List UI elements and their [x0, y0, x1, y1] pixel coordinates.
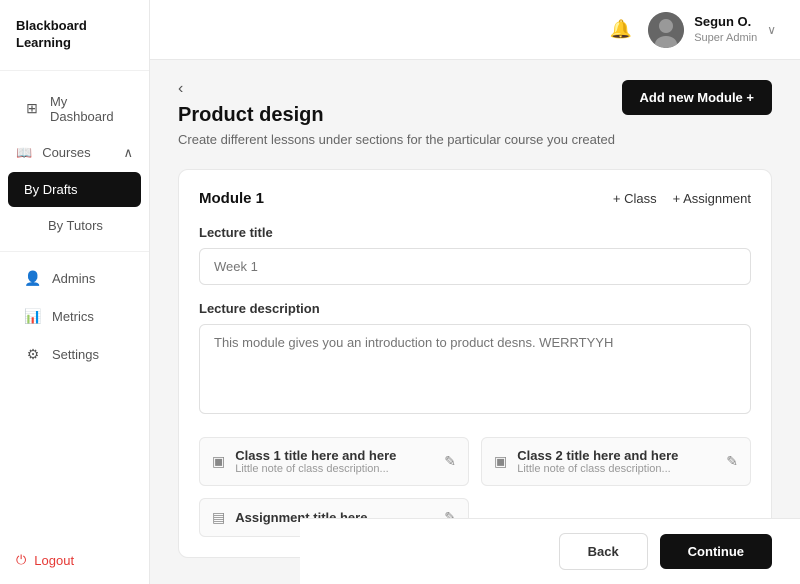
page-subtitle: Create different lessons under sections …	[178, 131, 615, 149]
lecture-desc-input[interactable]	[199, 324, 751, 414]
sidebar-item-label: Admins	[52, 271, 95, 286]
module-title: Module 1	[199, 190, 264, 207]
class-title: Class 1 title here and here	[235, 448, 396, 463]
class-item-left: ▣ Class 1 title here and here Little not…	[212, 448, 396, 475]
avatar	[648, 12, 684, 48]
class-item-left: ▣ Class 2 title here and here Little not…	[494, 448, 678, 475]
user-menu[interactable]: Segun O. Super Admin ∨	[648, 12, 776, 48]
sidebar-item-courses[interactable]: 📖 Courses ∧	[0, 135, 149, 171]
back-button[interactable]: Back	[559, 533, 648, 570]
class-item-1: ▣ Class 1 title here and here Little not…	[199, 437, 469, 486]
class-edit-icon[interactable]: ✎	[444, 453, 456, 470]
app-logo: Blackboard Learning	[0, 0, 149, 71]
module-header: Module 1 + Class + Assignment	[199, 190, 751, 207]
add-module-button[interactable]: Add new Module +	[622, 80, 772, 115]
continue-button[interactable]: Continue	[660, 534, 772, 569]
sidebar-item-label: Metrics	[52, 309, 94, 324]
sidebar-divider	[0, 251, 149, 252]
logout-icon: ⏻	[16, 552, 26, 568]
sidebar-item-by-tutors[interactable]: By Tutors	[8, 208, 141, 243]
header: 🔔 Segun O. Super Admin ∨	[150, 0, 800, 60]
courses-icon: 📖	[16, 145, 32, 161]
logout-label: Logout	[34, 553, 74, 568]
class-item-2: ▣ Class 2 title here and here Little not…	[481, 437, 751, 486]
notification-bell[interactable]: 🔔	[610, 19, 632, 40]
lecture-desc-label: Lecture description	[199, 301, 751, 316]
class-icon: ▣	[212, 453, 225, 470]
sidebar-item-label: My Dashboard	[50, 94, 125, 124]
back-button[interactable]: ‹	[178, 80, 183, 98]
settings-icon: ⚙	[24, 346, 42, 363]
lecture-title-input[interactable]	[199, 248, 751, 285]
dashboard-icon: ⊞	[24, 100, 40, 117]
user-info: Segun O. Super Admin	[694, 14, 757, 45]
metrics-icon: 📊	[24, 308, 42, 325]
sidebar-item-metrics[interactable]: 📊 Metrics	[8, 298, 141, 335]
sidebar-item-label: By Tutors	[48, 218, 103, 233]
user-name: Segun O.	[694, 14, 757, 31]
page-header: ‹ Product design Create different lesson…	[178, 80, 772, 149]
user-role: Super Admin	[694, 31, 757, 45]
add-assignment-button[interactable]: + Assignment	[673, 191, 751, 206]
admins-icon: 👤	[24, 270, 42, 287]
class-info: Class 2 title here and here Little note …	[517, 448, 678, 475]
sidebar-nav: ⊞ My Dashboard 📖 Courses ∧ By Drafts By …	[0, 71, 149, 536]
user-chevron-icon: ∨	[767, 23, 776, 37]
sidebar-item-dashboard[interactable]: ⊞ My Dashboard	[8, 84, 141, 134]
class-icon: ▣	[494, 453, 507, 470]
sidebar-item-by-drafts[interactable]: By Drafts	[8, 172, 141, 207]
page-content: ‹ Product design Create different lesson…	[150, 60, 800, 584]
sidebar-courses-label: Courses	[42, 145, 90, 160]
chevron-up-icon: ∧	[123, 145, 133, 161]
sidebar-item-label: Settings	[52, 347, 99, 362]
bottom-bar: Back Continue	[300, 518, 800, 584]
lecture-title-label: Lecture title	[199, 225, 751, 240]
sidebar-item-settings[interactable]: ⚙ Settings	[8, 336, 141, 373]
page-header-left: ‹ Product design Create different lesson…	[178, 80, 615, 149]
avatar-image	[648, 12, 684, 48]
add-class-button[interactable]: + Class	[613, 191, 657, 206]
class-edit-icon[interactable]: ✎	[726, 453, 738, 470]
sidebar-item-label: By Drafts	[24, 182, 77, 197]
sidebar-item-admins[interactable]: 👤 Admins	[8, 260, 141, 297]
class-title: Class 2 title here and here	[517, 448, 678, 463]
class-desc: Little note of class description...	[235, 463, 396, 475]
module-actions: + Class + Assignment	[613, 191, 751, 206]
main-content: 🔔 Segun O. Super Admin ∨ ‹ Product desig…	[150, 0, 800, 584]
sidebar: Blackboard Learning ⊞ My Dashboard 📖 Cou…	[0, 0, 150, 584]
classes-grid: ▣ Class 1 title here and here Little not…	[199, 437, 751, 486]
class-desc: Little note of class description...	[517, 463, 678, 475]
assignment-icon: ▤	[212, 509, 225, 526]
class-info: Class 1 title here and here Little note …	[235, 448, 396, 475]
module-card: Module 1 + Class + Assignment Lecture ti…	[178, 169, 772, 558]
logout-button[interactable]: ⏻ Logout	[0, 536, 149, 584]
page-title: Product design	[178, 104, 615, 127]
